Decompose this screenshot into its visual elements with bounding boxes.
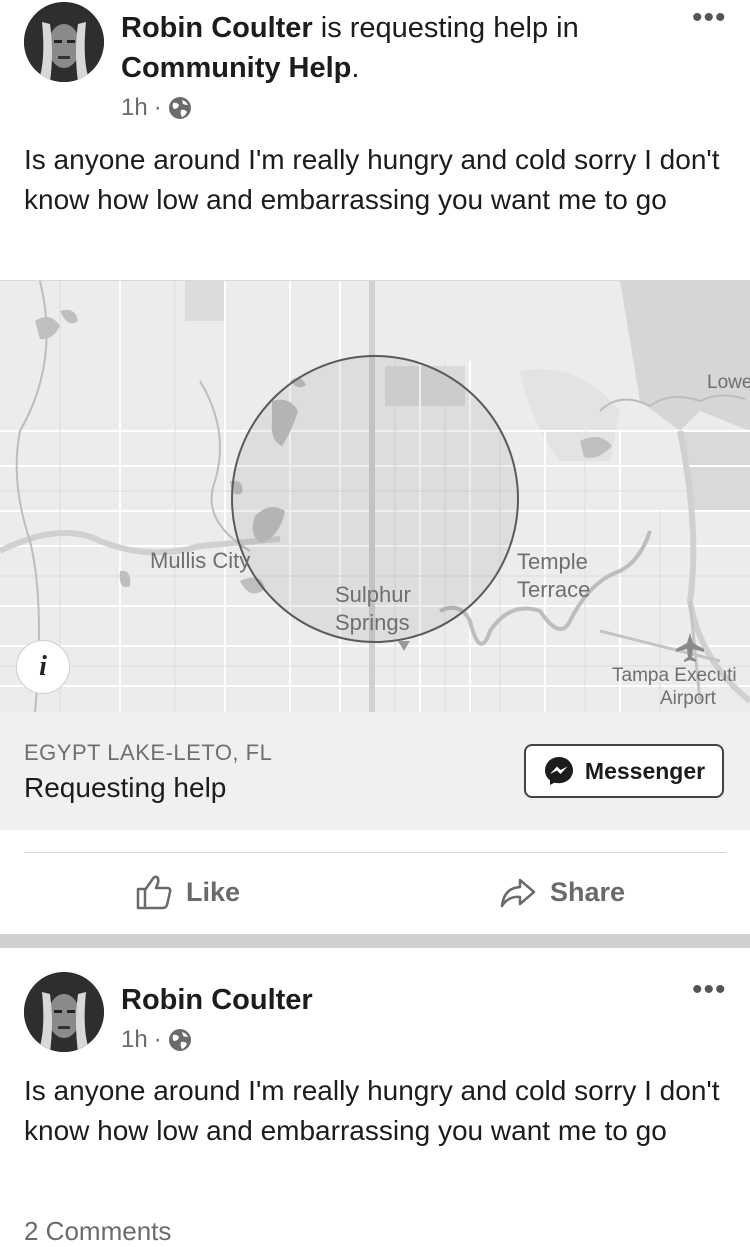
author-avatar[interactable] xyxy=(24,2,104,82)
avatar-image-2 xyxy=(24,972,104,1052)
actions-divider xyxy=(24,852,726,853)
like-label: Like xyxy=(186,876,241,907)
comments-count[interactable]: 2 Comments xyxy=(24,1216,171,1247)
post2-meta: 1h · xyxy=(121,1026,192,1054)
share-button[interactable]: Share xyxy=(498,872,625,912)
map-label-springs: Springs xyxy=(335,610,410,635)
post-time[interactable]: 1h xyxy=(121,94,148,122)
map-label-airport: Airport xyxy=(660,688,716,709)
share-arrow-icon xyxy=(500,878,536,908)
request-status: Requesting help xyxy=(24,772,227,803)
map-label-sulphur: Sulphur xyxy=(335,582,411,607)
more-options-icon[interactable]: ••• xyxy=(692,975,727,1005)
thumbs-up-icon xyxy=(136,875,172,910)
post-meta: 1h · xyxy=(121,94,192,122)
group-name[interactable]: Community Help xyxy=(121,52,351,84)
map-label-lowe: Lowe xyxy=(707,372,750,393)
location-map[interactable]: Mullis City Sulphur Springs Temple Terra… xyxy=(0,280,750,713)
post2-body: Is anyone around I'm really hungry and c… xyxy=(24,1075,720,1146)
messenger-icon xyxy=(544,757,573,785)
more-options-icon[interactable]: ••• xyxy=(692,3,727,33)
author-name-2[interactable]: Robin Coulter xyxy=(121,984,313,1016)
post-header-line2: Community Help. xyxy=(121,48,359,88)
share-label: Share xyxy=(550,876,626,907)
info-glyph: i xyxy=(39,651,47,682)
info-icon[interactable]: i xyxy=(16,640,70,694)
request-text: is requesting help in xyxy=(312,12,579,44)
post-separator xyxy=(0,934,750,948)
map-label-temple: Temple xyxy=(517,549,588,574)
location-area: EGYPT LAKE-LETO, FL xyxy=(24,740,273,765)
post-header-line1: Robin Coulter is requesting help in xyxy=(121,8,579,48)
post-body: Is anyone around I'm really hungry and c… xyxy=(24,144,720,215)
globe-icon xyxy=(168,97,191,119)
meta-dot-2: · xyxy=(153,1026,162,1053)
post2-header: Robin Coulter xyxy=(121,980,313,1020)
globe-icon xyxy=(168,1029,191,1051)
like-button[interactable]: Like xyxy=(134,872,240,912)
map-label-terrace: Terrace xyxy=(517,577,591,602)
map-canvas xyxy=(0,281,750,713)
meta-dot: · xyxy=(153,94,162,121)
group-suffix: . xyxy=(351,52,360,84)
post2-time[interactable]: 1h xyxy=(121,1026,148,1054)
messenger-label: Messenger xyxy=(584,757,706,784)
messenger-button[interactable]: Messenger xyxy=(524,744,724,798)
author-avatar-2[interactable] xyxy=(24,972,104,1052)
author-name[interactable]: Robin Coulter xyxy=(121,12,313,44)
map-label-mullis-city: Mullis City xyxy=(150,548,251,573)
avatar-image xyxy=(24,2,104,82)
